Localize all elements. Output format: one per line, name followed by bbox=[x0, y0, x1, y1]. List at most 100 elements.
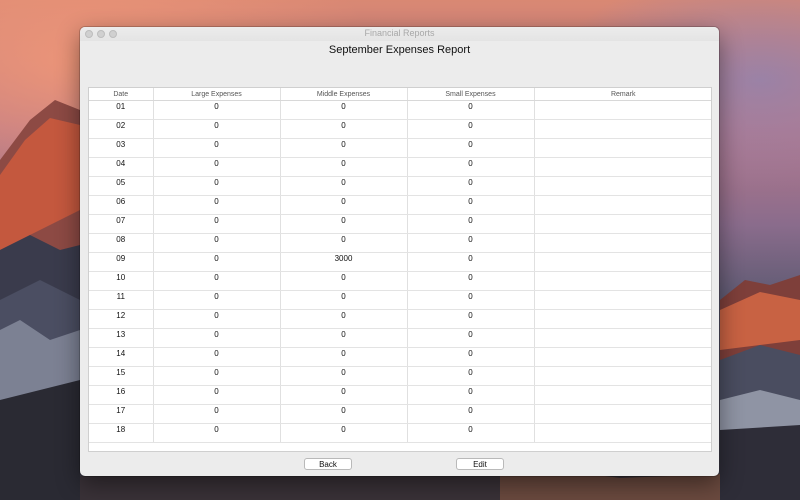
cell-remark[interactable] bbox=[534, 176, 711, 196]
cell-large-expenses[interactable]: 0 bbox=[153, 309, 281, 329]
cell-middle-expenses[interactable]: 0 bbox=[280, 119, 408, 139]
cell-large-expenses[interactable]: 0 bbox=[153, 233, 281, 253]
cell-small-expenses[interactable]: 0 bbox=[407, 271, 535, 291]
cell-middle-expenses[interactable]: 0 bbox=[280, 233, 408, 253]
cell-small-expenses[interactable]: 0 bbox=[407, 404, 535, 424]
table-row[interactable]: 08 0 0 0 bbox=[89, 233, 711, 253]
cell-large-expenses[interactable]: 0 bbox=[153, 119, 281, 139]
cell-date: 07 bbox=[89, 214, 154, 234]
cell-small-expenses[interactable]: 0 bbox=[407, 157, 535, 177]
cell-large-expenses[interactable]: 0 bbox=[153, 366, 281, 386]
column-header-date[interactable]: Date bbox=[89, 88, 154, 101]
cell-remark[interactable] bbox=[534, 404, 711, 424]
cell-small-expenses[interactable]: 0 bbox=[407, 214, 535, 234]
column-header-middle-expenses[interactable]: Middle Expenses bbox=[280, 88, 408, 101]
cell-middle-expenses[interactable]: 0 bbox=[280, 328, 408, 348]
cell-remark[interactable] bbox=[534, 138, 711, 158]
column-header-remark[interactable]: Remark bbox=[534, 88, 711, 101]
table-row[interactable]: 16 0 0 0 bbox=[89, 385, 711, 405]
table-row[interactable]: 04 0 0 0 bbox=[89, 157, 711, 177]
back-button[interactable]: Back bbox=[304, 458, 352, 470]
cell-small-expenses[interactable]: 0 bbox=[407, 252, 535, 272]
table-row[interactable]: 03 0 0 0 bbox=[89, 138, 711, 158]
table-row[interactable]: 12 0 0 0 bbox=[89, 309, 711, 329]
cell-large-expenses[interactable]: 0 bbox=[153, 328, 281, 348]
cell-middle-expenses[interactable]: 0 bbox=[280, 195, 408, 215]
cell-small-expenses[interactable]: 0 bbox=[407, 290, 535, 310]
table-row[interactable]: 06 0 0 0 bbox=[89, 195, 711, 215]
cell-small-expenses[interactable]: 0 bbox=[407, 309, 535, 329]
cell-remark[interactable] bbox=[534, 366, 711, 386]
cell-remark[interactable] bbox=[534, 195, 711, 215]
cell-middle-expenses[interactable]: 0 bbox=[280, 214, 408, 234]
cell-remark[interactable] bbox=[534, 271, 711, 291]
cell-middle-expenses[interactable]: 0 bbox=[280, 347, 408, 367]
cell-remark[interactable] bbox=[534, 309, 711, 329]
cell-remark[interactable] bbox=[534, 233, 711, 253]
cell-remark[interactable] bbox=[534, 157, 711, 177]
cell-small-expenses[interactable]: 0 bbox=[407, 366, 535, 386]
cell-large-expenses[interactable]: 0 bbox=[153, 157, 281, 177]
table-row[interactable]: 01 0 0 0 bbox=[89, 100, 711, 120]
cell-remark[interactable] bbox=[534, 423, 711, 443]
cell-small-expenses[interactable]: 0 bbox=[407, 347, 535, 367]
cell-large-expenses[interactable]: 0 bbox=[153, 404, 281, 424]
cell-middle-expenses[interactable]: 0 bbox=[280, 366, 408, 386]
edit-button[interactable]: Edit bbox=[456, 458, 504, 470]
cell-small-expenses[interactable]: 0 bbox=[407, 233, 535, 253]
cell-middle-expenses[interactable]: 0 bbox=[280, 290, 408, 310]
cell-large-expenses[interactable]: 0 bbox=[153, 100, 281, 120]
cell-small-expenses[interactable]: 0 bbox=[407, 423, 535, 443]
cell-remark[interactable] bbox=[534, 290, 711, 310]
cell-middle-expenses[interactable]: 0 bbox=[280, 271, 408, 291]
table-row[interactable]: 13 0 0 0 bbox=[89, 328, 711, 348]
cell-large-expenses[interactable]: 0 bbox=[153, 423, 281, 443]
cell-large-expenses[interactable]: 0 bbox=[153, 271, 281, 291]
cell-remark[interactable] bbox=[534, 385, 711, 405]
cell-large-expenses[interactable]: 0 bbox=[153, 176, 281, 196]
cell-small-expenses[interactable]: 0 bbox=[407, 100, 535, 120]
column-header-large-expenses[interactable]: Large Expenses bbox=[153, 88, 281, 101]
table-row[interactable]: 11 0 0 0 bbox=[89, 290, 711, 310]
cell-large-expenses[interactable]: 0 bbox=[153, 214, 281, 234]
table-row[interactable]: 14 0 0 0 bbox=[89, 347, 711, 367]
cell-middle-expenses[interactable]: 0 bbox=[280, 100, 408, 120]
cell-middle-expenses[interactable]: 0 bbox=[280, 138, 408, 158]
cell-remark[interactable] bbox=[534, 100, 711, 120]
cell-middle-expenses[interactable]: 0 bbox=[280, 423, 408, 443]
table-row[interactable]: 05 0 0 0 bbox=[89, 176, 711, 196]
table-row[interactable]: 18 0 0 0 bbox=[89, 423, 711, 443]
table-row[interactable]: 10 0 0 0 bbox=[89, 271, 711, 291]
table-row[interactable]: 15 0 0 0 bbox=[89, 366, 711, 386]
table-row[interactable]: 09 0 3000 0 bbox=[89, 252, 711, 272]
cell-date: 08 bbox=[89, 233, 154, 253]
cell-remark[interactable] bbox=[534, 252, 711, 272]
cell-small-expenses[interactable]: 0 bbox=[407, 119, 535, 139]
cell-remark[interactable] bbox=[534, 347, 711, 367]
cell-large-expenses[interactable]: 0 bbox=[153, 252, 281, 272]
cell-middle-expenses[interactable]: 0 bbox=[280, 157, 408, 177]
cell-large-expenses[interactable]: 0 bbox=[153, 290, 281, 310]
cell-remark[interactable] bbox=[534, 328, 711, 348]
cell-small-expenses[interactable]: 0 bbox=[407, 195, 535, 215]
cell-middle-expenses[interactable]: 0 bbox=[280, 404, 408, 424]
cell-small-expenses[interactable]: 0 bbox=[407, 176, 535, 196]
cell-middle-expenses[interactable]: 0 bbox=[280, 176, 408, 196]
table-row[interactable]: 02 0 0 0 bbox=[89, 119, 711, 139]
cell-middle-expenses[interactable]: 3000 bbox=[280, 252, 408, 272]
cell-small-expenses[interactable]: 0 bbox=[407, 138, 535, 158]
expenses-table-scroll[interactable]: Date Large Expenses Middle Expenses Smal… bbox=[88, 87, 712, 452]
cell-remark[interactable] bbox=[534, 214, 711, 234]
table-row[interactable]: 07 0 0 0 bbox=[89, 214, 711, 234]
table-row[interactable]: 17 0 0 0 bbox=[89, 404, 711, 424]
cell-middle-expenses[interactable]: 0 bbox=[280, 309, 408, 329]
cell-remark[interactable] bbox=[534, 119, 711, 139]
cell-large-expenses[interactable]: 0 bbox=[153, 385, 281, 405]
cell-large-expenses[interactable]: 0 bbox=[153, 195, 281, 215]
column-header-small-expenses[interactable]: Small Expenses bbox=[407, 88, 535, 101]
cell-large-expenses[interactable]: 0 bbox=[153, 347, 281, 367]
cell-small-expenses[interactable]: 0 bbox=[407, 328, 535, 348]
cell-small-expenses[interactable]: 0 bbox=[407, 385, 535, 405]
cell-middle-expenses[interactable]: 0 bbox=[280, 385, 408, 405]
cell-large-expenses[interactable]: 0 bbox=[153, 138, 281, 158]
